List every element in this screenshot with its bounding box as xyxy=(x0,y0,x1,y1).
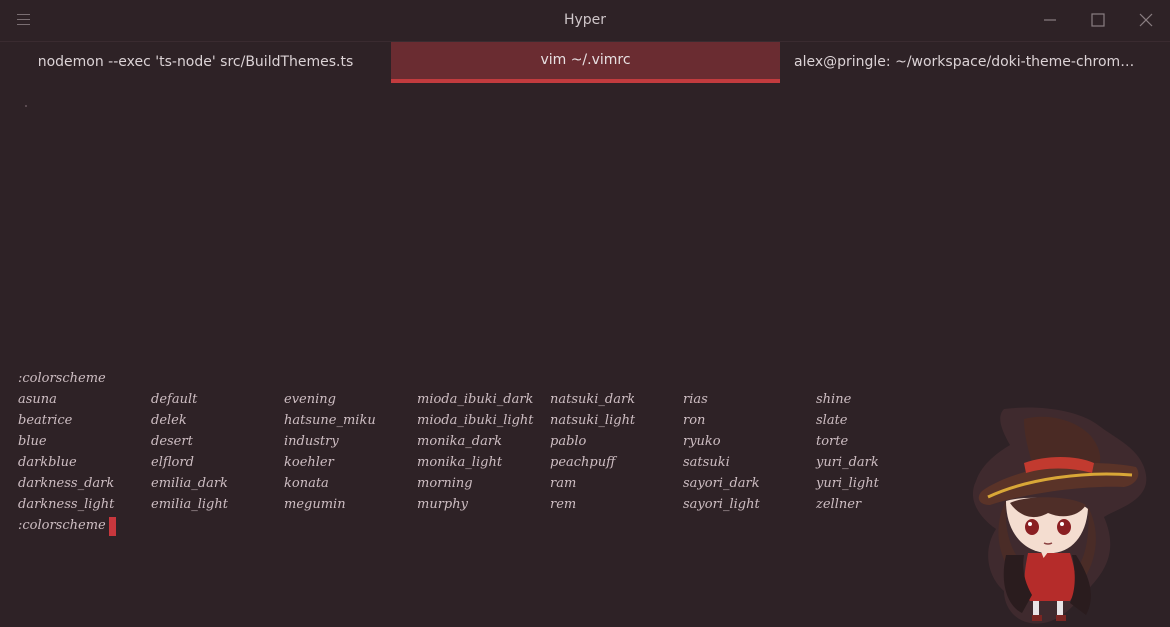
colorscheme-option: delek xyxy=(151,413,187,428)
command-prompt[interactable]: :colorscheme xyxy=(18,515,106,536)
tab-bar: nodemon --exec 'ts-node' src/BuildThemes… xyxy=(0,42,1170,83)
colorscheme-option: ryuko xyxy=(683,434,721,449)
title-bar: Hyper xyxy=(0,0,1170,42)
colorscheme-option: ron xyxy=(683,413,706,428)
tab-nodemon[interactable]: nodemon --exec 'ts-node' src/BuildThemes… xyxy=(0,42,391,83)
colorscheme-option: koehler xyxy=(284,455,334,470)
colorscheme-option: darkness_dark xyxy=(18,476,115,491)
colorscheme-option: emilia_light xyxy=(151,497,228,512)
colorscheme-option: blue xyxy=(18,434,47,449)
colorscheme-option: konata xyxy=(284,476,329,491)
colorscheme-option: asuna xyxy=(18,392,57,407)
colorscheme-option: slate xyxy=(816,413,848,428)
colorscheme-option: rias xyxy=(683,392,708,407)
colorscheme-option: sayori_dark xyxy=(683,476,760,491)
colorscheme-option: monika_dark xyxy=(417,434,502,449)
colorscheme-option: natsuki_light xyxy=(550,413,636,428)
colorscheme-option: default xyxy=(151,392,198,407)
colorscheme-option: darkness_light xyxy=(18,497,115,512)
colorscheme-option: yuri_light xyxy=(816,476,879,491)
terminal-pane[interactable]: :colorscheme asuna beatrice blue darkblue da… xyxy=(0,83,1170,624)
colorscheme-option: satsuki xyxy=(683,455,730,470)
colorscheme-option: monika_light xyxy=(417,455,503,470)
colorscheme-option: morning xyxy=(417,476,473,491)
colorscheme-option: darkblue xyxy=(18,455,77,470)
colorscheme-option: emilia_dark xyxy=(151,476,228,491)
command-line-echo: :colorscheme xyxy=(18,371,106,386)
colorscheme-option: natsuki_dark xyxy=(550,392,636,407)
tab-vim-vimrc[interactable]: vim ~/.vimrc xyxy=(391,42,780,83)
window-title: Hyper xyxy=(563,12,607,28)
colorscheme-option: industry xyxy=(284,434,339,449)
tab-workspace[interactable]: alex@pringle: ~/workspace/doki-theme-chr… xyxy=(780,42,1170,83)
colorscheme-option: desert xyxy=(151,434,193,449)
colorscheme-option: zellner xyxy=(816,497,862,512)
colorscheme-option: rem xyxy=(550,497,577,512)
maximize-icon[interactable] xyxy=(1088,10,1108,30)
colorscheme-option: murphy xyxy=(417,497,468,512)
colorscheme-option: shine xyxy=(816,392,852,407)
colorscheme-option: beatrice xyxy=(18,413,73,428)
colorscheme-option: sayori_light xyxy=(683,497,760,512)
colorscheme-option: mioda_ibuki_light xyxy=(417,413,534,428)
close-icon[interactable] xyxy=(1136,10,1156,30)
colorscheme-option: evening xyxy=(284,392,336,407)
colorscheme-option: megumin xyxy=(284,497,346,512)
terminal-dot xyxy=(25,105,27,107)
colorscheme-option: torte xyxy=(816,434,849,449)
megumin-mascot-image xyxy=(972,407,1147,624)
colorscheme-option: peachpuff xyxy=(550,455,616,470)
colorscheme-option: pablo xyxy=(550,434,587,449)
colorscheme-option: ram xyxy=(550,476,577,491)
colorscheme-option: elflord xyxy=(151,455,194,470)
minimize-icon[interactable] xyxy=(1040,10,1060,30)
colorscheme-option: yuri_dark xyxy=(816,455,879,470)
colorscheme-option: hatsune_miku xyxy=(284,413,376,428)
colorscheme-option: mioda_ibuki_dark xyxy=(417,392,534,407)
text-cursor xyxy=(109,517,116,536)
